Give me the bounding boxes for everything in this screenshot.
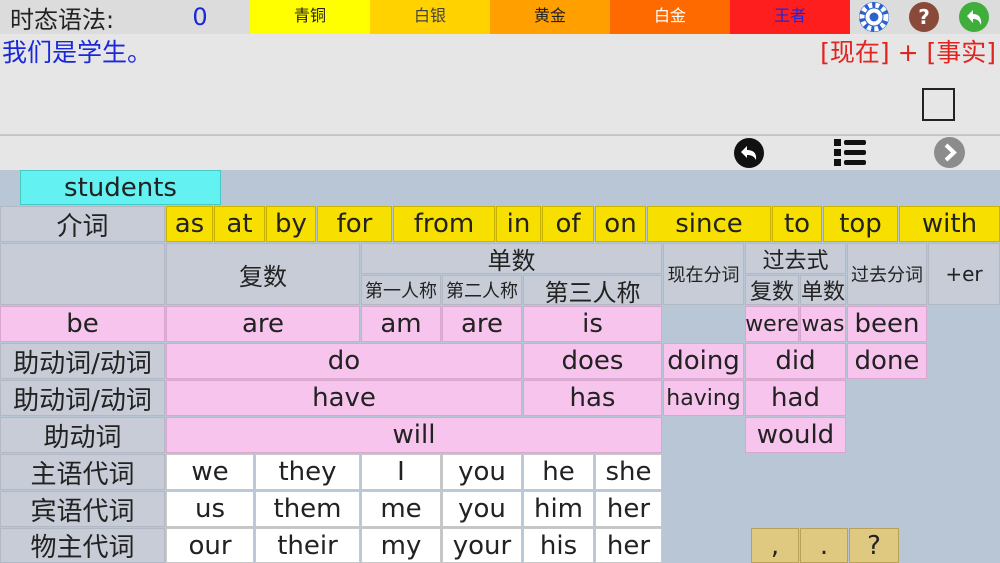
verb-be-plural[interactable]: are <box>166 306 360 342</box>
tier-label: 白银 <box>413 6 446 25</box>
verb-be-past-singular[interactable]: was <box>800 306 846 342</box>
verb-do-past[interactable]: did <box>745 343 846 379</box>
verb-do-third[interactable]: does <box>523 343 662 379</box>
header-third-person: 第三人称 <box>523 275 662 305</box>
pronoun-cell[interactable]: my <box>361 528 441 563</box>
verb-be-label[interactable]: be <box>0 306 165 342</box>
grammar-label: 时态语法: <box>10 5 115 34</box>
tier-label: 王者 <box>773 6 806 25</box>
verb-have-base[interactable]: have <box>166 380 522 416</box>
pronoun-cell[interactable]: his <box>523 528 594 563</box>
preposition-on[interactable]: on <box>595 206 646 242</box>
preposition-top[interactable]: top <box>823 206 898 242</box>
verb-will-past[interactable]: would <box>745 417 846 453</box>
verb-be-past-plural[interactable]: were <box>745 306 799 342</box>
verb-have-past[interactable]: had <box>745 380 846 416</box>
verb-have-label: 助动词/动词 <box>0 380 165 416</box>
pronoun-cell[interactable]: them <box>255 491 360 527</box>
score-counter: 0 <box>192 3 208 31</box>
undo-icon[interactable] <box>733 137 765 169</box>
header-singular: 单数 <box>361 243 662 274</box>
pronoun-cell[interactable]: her <box>595 528 662 563</box>
help-icon[interactable]: ? <box>908 1 940 33</box>
pronoun-cell[interactable]: she <box>595 454 662 490</box>
tier-king[interactable]: 王者 <box>730 0 850 34</box>
next-icon[interactable] <box>933 136 966 169</box>
pronoun-cell[interactable]: they <box>255 454 360 490</box>
verb-will-base[interactable]: will <box>166 417 662 453</box>
pronoun-cell[interactable]: our <box>166 528 254 563</box>
header-plural: 复数 <box>166 243 360 305</box>
header-er: +er <box>928 243 1000 305</box>
verb-have-third[interactable]: has <box>523 380 662 416</box>
tier-silver[interactable]: 白银 <box>370 0 490 34</box>
preposition-for[interactable]: for <box>317 206 392 242</box>
header-past-plural: 复数 <box>745 275 799 305</box>
verb-do-present-participle[interactable]: doing <box>663 343 744 379</box>
punctuation-comma[interactable]: , <box>751 528 799 563</box>
verb-be-past-participle[interactable]: been <box>847 306 927 342</box>
preposition-from[interactable]: from <box>393 206 495 242</box>
pronoun-cell[interactable]: him <box>523 491 594 527</box>
tier-gold[interactable]: 黄金 <box>490 0 610 34</box>
preposition-since[interactable]: since <box>647 206 771 242</box>
pronoun-cell[interactable]: you <box>442 491 522 527</box>
settings-gear-icon[interactable] <box>858 1 890 33</box>
sentence-text: 我们是学生。 <box>2 38 153 67</box>
pronoun-cell[interactable]: her <box>595 491 662 527</box>
pronoun-cell[interactable]: we <box>166 454 254 490</box>
object-pronouns-label: 宾语代词 <box>0 491 165 527</box>
svg-text:?: ? <box>918 5 930 29</box>
pronoun-cell[interactable]: their <box>255 528 360 563</box>
tier-bronze[interactable]: 青铜 <box>250 0 370 34</box>
verb-be-first[interactable]: am <box>361 306 441 342</box>
tier-label: 白金 <box>653 6 686 25</box>
verb-will-label: 助动词 <box>0 417 165 453</box>
header-corner <box>0 243 165 305</box>
verb-do-label: 助动词/动词 <box>0 343 165 379</box>
pronoun-cell[interactable]: your <box>442 528 522 563</box>
punctuation-period[interactable]: . <box>800 528 848 563</box>
verb-be-third[interactable]: is <box>523 306 662 342</box>
prepositions-label: 介词 <box>0 206 165 242</box>
preposition-to[interactable]: to <box>772 206 822 242</box>
back-green-icon[interactable] <box>958 1 990 33</box>
punctuation-question[interactable]: ? <box>849 528 899 563</box>
tier-platinum[interactable]: 白金 <box>610 0 730 34</box>
checklist-icon[interactable] <box>832 135 868 171</box>
subject-pronouns-label: 主语代词 <box>0 454 165 490</box>
preposition-at[interactable]: at <box>214 206 265 242</box>
pronoun-cell[interactable]: us <box>166 491 254 527</box>
header-past-participle: 过去分词 <box>847 243 927 305</box>
tense-formula: [现在] + [事实] <box>820 38 996 67</box>
header-past-tense: 过去式 <box>745 243 846 274</box>
selected-word-chip[interactable]: students <box>20 170 221 205</box>
tier-label: 黄金 <box>533 6 566 25</box>
verb-do-past-participle[interactable]: done <box>847 343 927 379</box>
possessive-pronouns-label: 物主代词 <box>0 528 165 563</box>
header-second-person: 第二人称 <box>442 275 522 305</box>
pronoun-cell[interactable]: I <box>361 454 441 490</box>
pronoun-cell[interactable]: he <box>523 454 594 490</box>
answer-checkbox[interactable] <box>922 88 955 121</box>
preposition-of[interactable]: of <box>542 206 594 242</box>
pronoun-cell[interactable]: me <box>361 491 441 527</box>
header-present-participle: 现在分词 <box>663 243 744 305</box>
header-past-singular: 单数 <box>800 275 846 305</box>
preposition-by[interactable]: by <box>266 206 316 242</box>
tier-label: 青铜 <box>293 6 326 25</box>
preposition-in[interactable]: in <box>496 206 541 242</box>
header-first-person: 第一人称 <box>361 275 441 305</box>
verb-have-present-participle[interactable]: having <box>663 380 744 416</box>
verb-do-base[interactable]: do <box>166 343 522 379</box>
pronoun-cell[interactable]: you <box>442 454 522 490</box>
preposition-with[interactable]: with <box>899 206 1000 242</box>
verb-be-second[interactable]: are <box>442 306 522 342</box>
preposition-as[interactable]: as <box>166 206 213 242</box>
